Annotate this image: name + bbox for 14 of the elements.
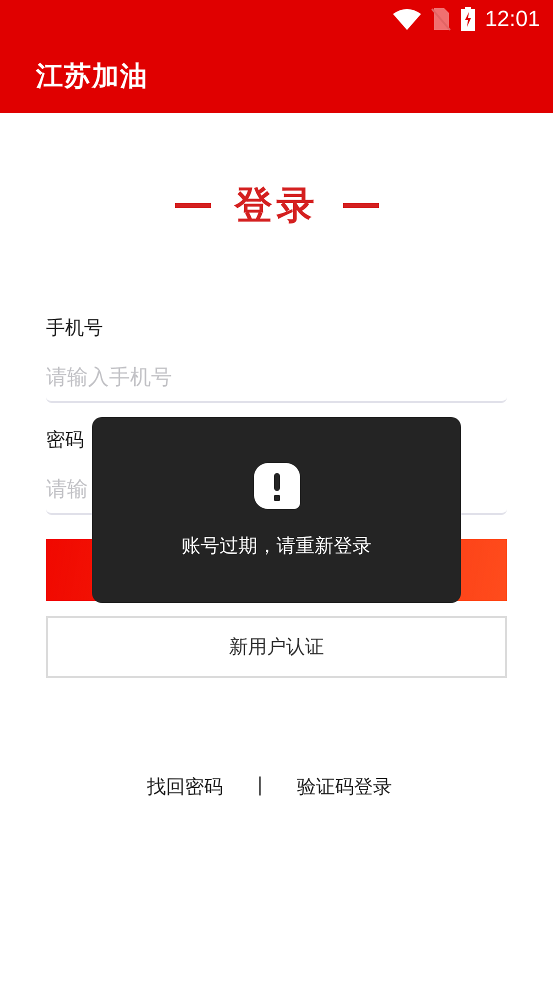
link[interactable]: 找回密码 — [146, 774, 223, 800]
register-button[interactable]: 新用户认证 — [46, 616, 507, 678]
alert-icon — [254, 463, 300, 509]
wifi-icon — [392, 8, 421, 30]
status-time: 12:01 — [484, 6, 540, 32]
app-title: 江苏加油 — [36, 60, 148, 94]
separator: | — [256, 774, 264, 798]
page-heading: 登录 — [234, 182, 318, 228]
field-label: 密码 — [46, 428, 85, 453]
link[interactable]: 验证码登录 — [297, 774, 392, 800]
battery-charging-icon — [460, 7, 475, 31]
field-label: 手机号 — [46, 316, 104, 341]
no-sim-icon — [430, 7, 451, 31]
toast-text: 账号过期，请重新登录 — [182, 534, 372, 559]
